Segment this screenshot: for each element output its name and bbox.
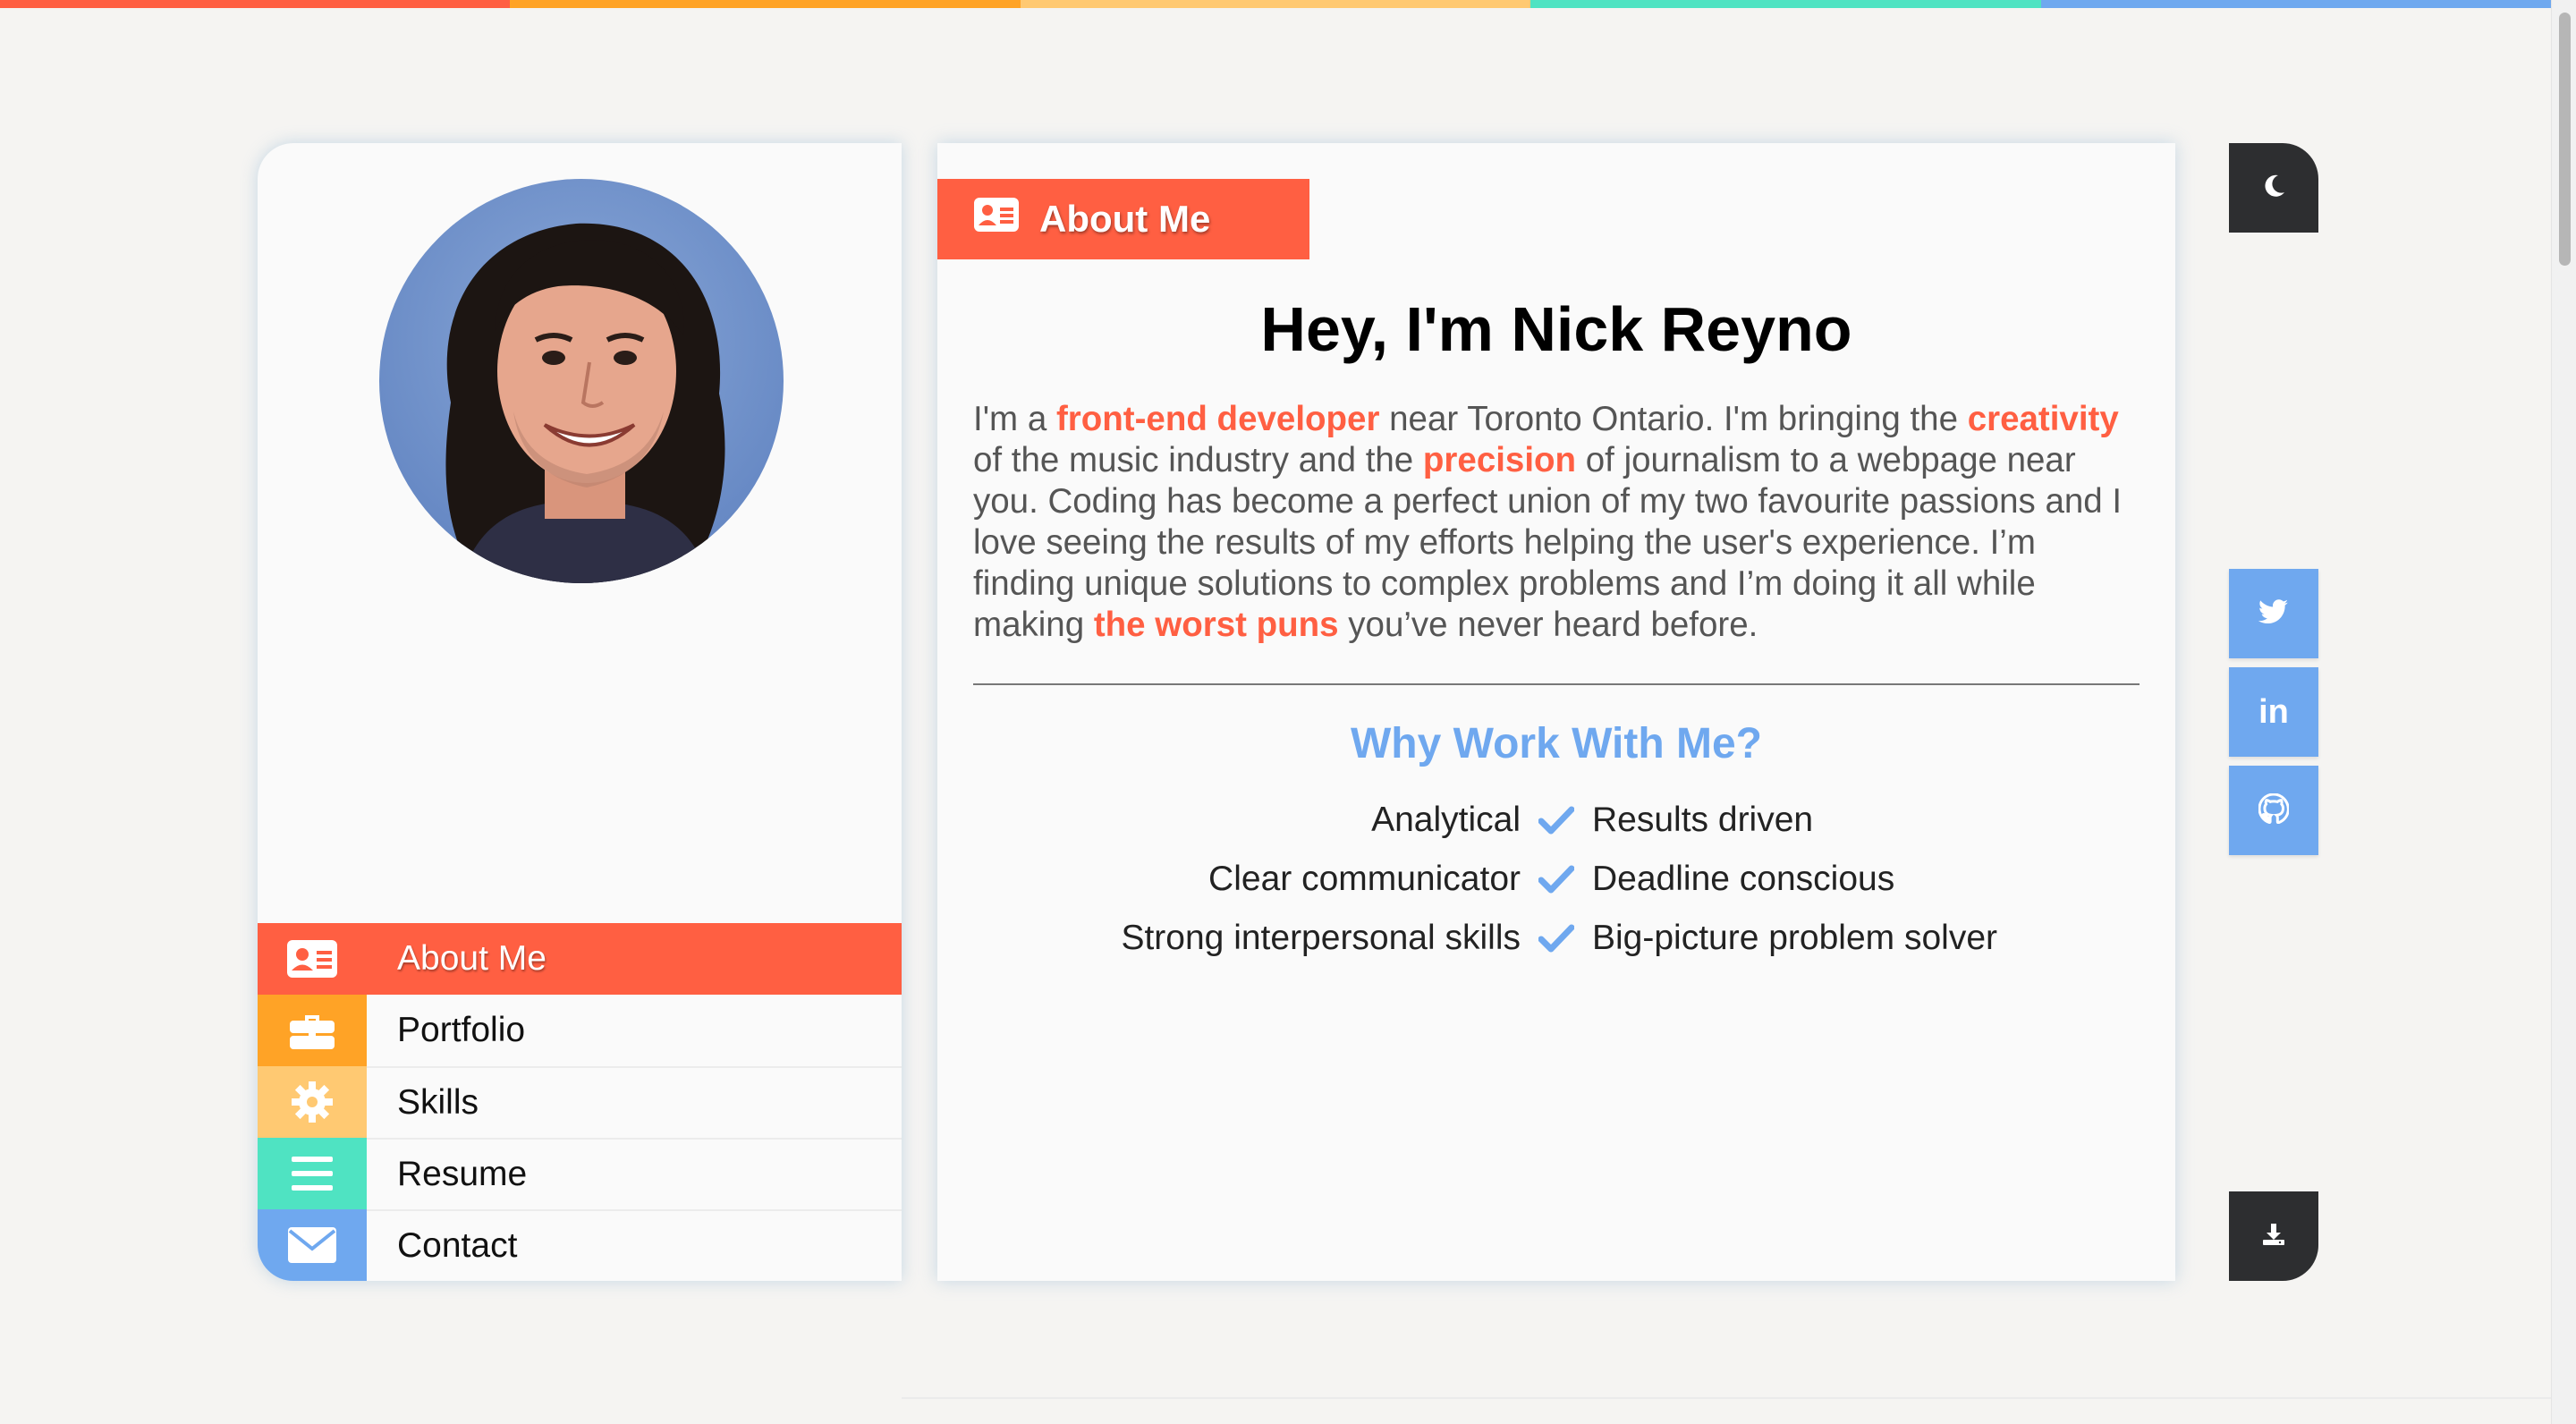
section-tab-label: About Me bbox=[1039, 198, 1211, 240]
nav-item-portfolio[interactable]: Portfolio bbox=[258, 995, 902, 1066]
envelope-icon bbox=[258, 1209, 367, 1281]
divider bbox=[973, 683, 2140, 685]
color-stripe bbox=[0, 0, 2552, 8]
nav-item-skills[interactable]: Skills bbox=[258, 1066, 902, 1138]
avatar bbox=[379, 179, 784, 583]
check-icon bbox=[1521, 865, 1592, 894]
linkedin-button[interactable]: in bbox=[2229, 667, 2318, 757]
twitter-button[interactable] bbox=[2229, 569, 2318, 658]
id-card-icon bbox=[258, 923, 367, 995]
stripe-segment bbox=[1020, 0, 1531, 8]
stripe-segment bbox=[1530, 0, 2041, 8]
page-title: Hey, I'm Nick Reyno bbox=[1260, 294, 1852, 364]
bio-text: near Toronto Ontario. I'm bringing the bbox=[1379, 400, 1968, 438]
nav-item-resume[interactable]: Resume bbox=[258, 1138, 902, 1209]
twitter-icon bbox=[2258, 598, 2289, 629]
gear-icon bbox=[258, 1066, 367, 1138]
check-icon bbox=[1521, 806, 1592, 835]
traits-list: Analytical Results driven Clear communicat… bbox=[937, 791, 2175, 968]
trait-row: Clear communicator Deadline conscious bbox=[937, 850, 2175, 909]
sidebar-card: About Me Portfolio Skills Resume Contact bbox=[258, 143, 902, 1281]
nav-item-about-me[interactable]: About Me bbox=[258, 923, 902, 995]
trait-left: Strong interpersonal skills bbox=[1121, 919, 1521, 957]
bio-highlight: front-end developer bbox=[1055, 400, 1380, 438]
nav-item-contact[interactable]: Contact bbox=[258, 1209, 902, 1281]
check-icon bbox=[1521, 924, 1592, 953]
nav-label: Portfolio bbox=[397, 1011, 526, 1049]
trait-row: Analytical Results driven bbox=[937, 791, 2175, 850]
bio-highlight: precision bbox=[1422, 441, 1577, 479]
trait-right: Results driven bbox=[1592, 801, 1814, 839]
page-scrollbar[interactable] bbox=[2551, 0, 2576, 1424]
bottom-divider bbox=[902, 1397, 2551, 1399]
briefcase-icon bbox=[258, 995, 367, 1066]
linkedin-icon: in bbox=[2258, 692, 2289, 731]
download-resume-button[interactable] bbox=[2229, 1191, 2318, 1281]
trait-right: Big-picture problem solver bbox=[1592, 919, 1998, 957]
bio-highlight: creativity bbox=[1967, 400, 2119, 438]
github-button[interactable] bbox=[2229, 766, 2318, 855]
download-icon bbox=[2260, 1221, 2287, 1252]
nav-label: Contact bbox=[367, 1209, 902, 1281]
why-work-title: Why Work With Me? bbox=[1351, 720, 1762, 767]
scrollbar-thumb[interactable] bbox=[2559, 13, 2571, 266]
trait-row: Strong interpersonal skills Big-picture p… bbox=[937, 909, 2175, 968]
bio-highlight: the worst puns bbox=[1093, 606, 1339, 644]
bio-text: you’ve never heard before. bbox=[1338, 606, 1758, 644]
page: About Me Portfolio Skills Resume Contact Abo… bbox=[0, 0, 2576, 1424]
bio-text: of the music industry and the bbox=[973, 441, 1423, 479]
nav-label: Resume bbox=[367, 1138, 902, 1209]
section-tab: About Me bbox=[937, 179, 1309, 259]
trait-left: Analytical bbox=[1371, 801, 1521, 839]
bio-text: I'm a bbox=[973, 400, 1056, 438]
nav-label: About Me bbox=[397, 939, 547, 978]
bio-paragraph: I'm a front-end developer near Toronto O… bbox=[973, 399, 2145, 646]
id-card-icon bbox=[973, 197, 1020, 242]
trait-right: Deadline conscious bbox=[1592, 860, 1895, 898]
trait-left: Clear communicator bbox=[1208, 860, 1521, 898]
sidebar-nav: About Me Portfolio Skills Resume Contact bbox=[258, 923, 902, 1281]
list-icon bbox=[258, 1138, 367, 1209]
github-icon bbox=[2258, 792, 2290, 828]
moon-icon bbox=[2260, 173, 2287, 204]
stripe-segment bbox=[0, 0, 511, 8]
stripe-segment bbox=[510, 0, 1021, 8]
nav-label: Skills bbox=[367, 1066, 902, 1138]
about-card: About Me Hey, I'm Nick Reyno I'm a front… bbox=[937, 143, 2175, 1281]
theme-toggle-button[interactable] bbox=[2229, 143, 2318, 233]
stripe-segment bbox=[2040, 0, 2552, 8]
